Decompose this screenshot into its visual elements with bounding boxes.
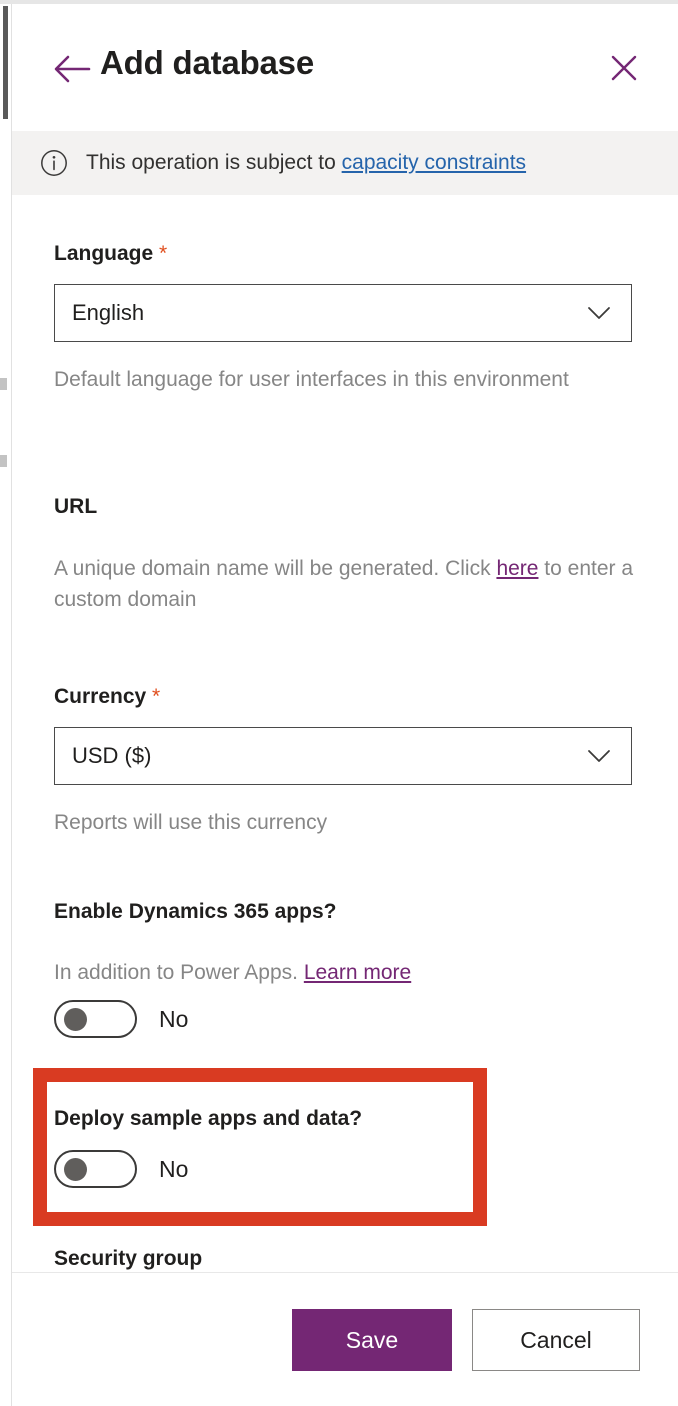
dynamics-hint-before: In addition to Power Apps. [54,961,304,984]
language-label: Language * [54,242,167,266]
currency-required-marker: * [152,685,161,708]
chevron-down-icon [587,301,611,325]
flyout-body: Language * English Default language for … [12,195,678,1272]
security-group-field: Security group [54,1247,202,1271]
capacity-constraints-link[interactable]: capacity constraints [342,151,526,174]
background-text-fragment [0,378,7,390]
language-hint: Default language for user interfaces in … [54,368,569,391]
dynamics-learn-more-link[interactable]: Learn more [304,961,411,984]
capacity-info-bar: This operation is subject to capacity co… [12,131,678,195]
language-combobox[interactable]: English [54,284,632,342]
currency-label: Currency * [54,685,160,709]
security-group-label: Security group [54,1247,203,1270]
close-button[interactable] [604,50,644,90]
url-hint: A unique domain name will be generated. … [54,553,644,615]
capacity-info-message: This operation is subject to [86,151,342,174]
sample-apps-field: Deploy sample apps and data? [54,1107,362,1131]
arrow-left-icon [53,54,91,84]
save-button[interactable]: Save [292,1309,452,1371]
currency-combobox[interactable]: USD ($) [54,727,632,785]
back-button[interactable] [51,48,93,90]
currency-label-text: Currency [54,685,147,708]
enable-dynamics-toggle[interactable] [54,1000,137,1038]
info-circle-icon [40,149,68,177]
language-label-text: Language [54,242,154,265]
dynamics-label: Enable Dynamics 365 apps? [54,900,337,923]
currency-field: Currency * [54,685,160,709]
url-here-link[interactable]: here [496,557,538,580]
add-database-flyout: Add database This operation is subject t… [0,0,678,1406]
currency-hint: Reports will use this currency [54,811,328,834]
toggle-knob [64,1158,87,1181]
language-field: Language * [54,242,167,266]
sample-apps-toggle-row: No [54,1150,188,1188]
flyout-header: Add database [12,4,678,131]
toggle-knob [64,1008,87,1031]
currency-selected-value: USD ($) [72,743,152,768]
close-icon [609,53,639,88]
dynamics-field: Enable Dynamics 365 apps? [54,900,336,924]
background-text-fragment [0,455,7,467]
capacity-info-text: This operation is subject to capacity co… [86,151,526,175]
language-required-marker: * [159,242,168,265]
dynamics-toggle-row: No [54,1000,188,1038]
sample-apps-toggle-state: No [159,1155,189,1182]
page-title: Add database [100,44,314,81]
url-hint-before: A unique domain name will be generated. … [54,557,497,580]
url-field: URL [54,495,97,519]
sample-apps-label: Deploy sample apps and data? [54,1107,363,1130]
page-scrollbar-thumb[interactable] [3,6,8,119]
dynamics-toggle-state: No [159,1005,189,1032]
chevron-down-icon [587,744,611,768]
cancel-button[interactable]: Cancel [472,1309,640,1371]
url-label: URL [54,495,98,518]
deploy-sample-apps-toggle[interactable] [54,1150,137,1188]
language-selected-value: English [72,300,145,325]
dynamics-hint: In addition to Power Apps. Learn more [54,957,644,988]
flyout-footer: Save Cancel [12,1273,678,1406]
